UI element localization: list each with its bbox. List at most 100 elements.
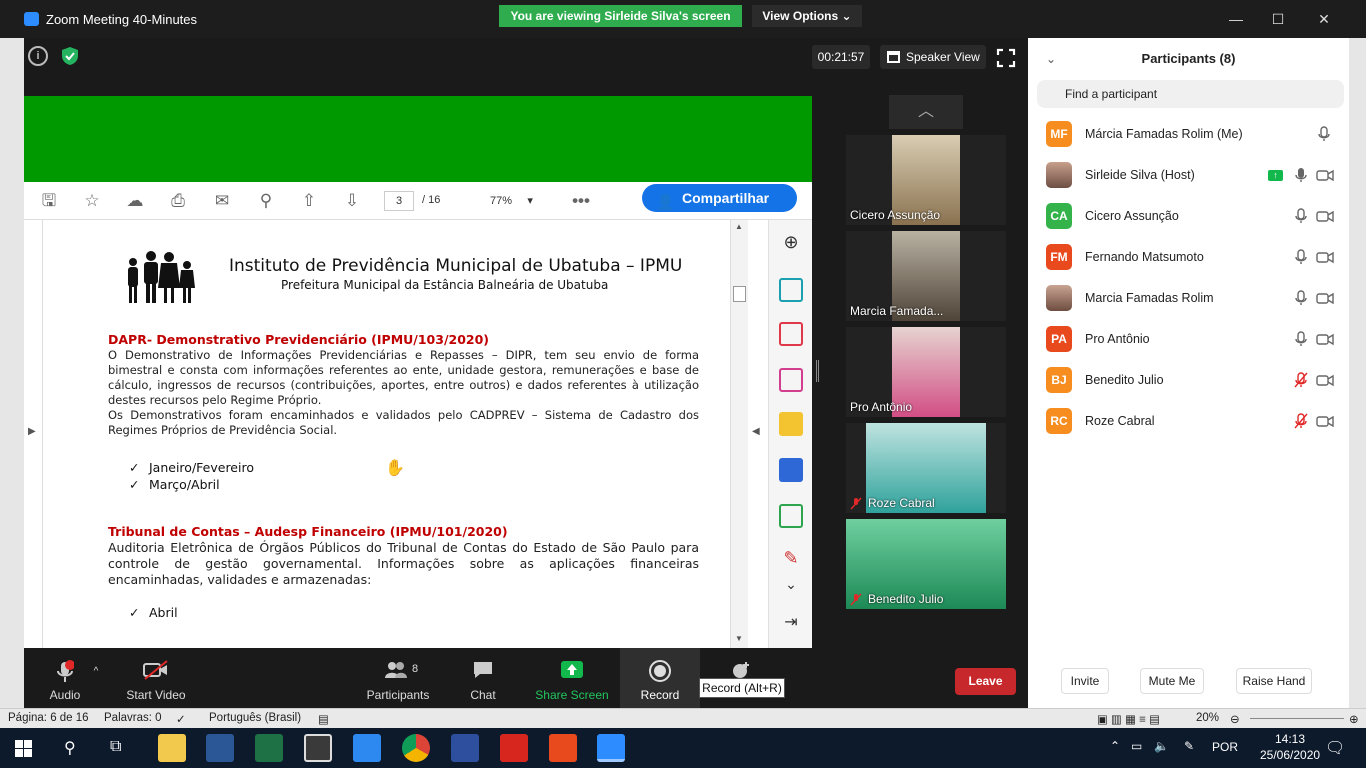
calculator-icon[interactable]: [304, 734, 332, 762]
video-camera-icon[interactable]: [1316, 167, 1334, 183]
page-down-icon[interactable]: ⇩: [341, 190, 363, 212]
speaker-view-button[interactable]: Speaker View: [880, 45, 986, 69]
participant-row[interactable]: MF Márcia Famadas Rolim (Me): [1028, 114, 1349, 155]
chevron-up-icon[interactable]: ^: [86, 666, 106, 686]
windows-start-icon[interactable]: [15, 740, 32, 757]
participants-button[interactable]: 8 Participants: [364, 648, 432, 708]
chrome-icon[interactable]: [402, 734, 430, 762]
record-button[interactable]: Record: [620, 648, 700, 708]
page-up-icon[interactable]: ⇧: [298, 190, 320, 212]
app-icon[interactable]: [451, 734, 479, 762]
chevron-up-icon[interactable]: ⌃: [1110, 739, 1120, 753]
fill-sign-icon[interactable]: ✎: [779, 548, 803, 572]
invite-button[interactable]: Invite: [1061, 668, 1109, 694]
scroll-down-icon[interactable]: ▼: [735, 634, 743, 643]
tiles-scroll-up-button[interactable]: ︿: [889, 95, 963, 129]
video-tile[interactable]: Cicero Assunção: [846, 135, 1006, 225]
macro-icon[interactable]: ▤: [318, 712, 329, 726]
maximize-button[interactable]: ☐: [1258, 6, 1298, 32]
raise-hand-button[interactable]: Raise Hand: [1236, 668, 1312, 694]
cpanel-icon[interactable]: [549, 734, 577, 762]
scrollbar-thumb[interactable]: [733, 286, 746, 302]
minimize-button[interactable]: —: [1216, 6, 1256, 32]
mute-me-button[interactable]: Mute Me: [1140, 668, 1204, 694]
volume-icon[interactable]: 🔈: [1154, 739, 1169, 753]
video-camera-icon[interactable]: [1316, 249, 1334, 265]
print-icon[interactable]: ⎙: [167, 190, 189, 212]
language-indicator[interactable]: Português (Brasil): [209, 712, 301, 724]
shared-screen[interactable]: 🖫 ☆ ☁ ⎙ ✉ ⚲ ⇧ ⇩ 3 / 16 77% ▾ ••• 👤 Compa…: [24, 96, 812, 648]
save-icon[interactable]: 🖫: [38, 190, 60, 212]
zoom-select[interactable]: 77% ▾: [490, 194, 533, 207]
zoom-in-icon[interactable]: ⊕: [1349, 712, 1359, 726]
video-tile[interactable]: Roze Cabral: [846, 423, 1006, 513]
find-participant-input[interactable]: Find a participant: [1037, 80, 1344, 108]
leave-meeting-button[interactable]: Leave: [955, 668, 1016, 695]
word-count[interactable]: Palavras: 0: [104, 712, 162, 724]
start-video-button[interactable]: Start Video: [120, 648, 192, 708]
export-pdf-icon[interactable]: [779, 278, 803, 302]
video-camera-icon[interactable]: [1316, 331, 1334, 347]
file-explorer-icon[interactable]: [158, 734, 186, 762]
share-screen-button[interactable]: Share Screen: [532, 648, 612, 708]
share-document-button[interactable]: 👤 Compartilhar: [642, 184, 797, 212]
word-icon[interactable]: [206, 734, 234, 762]
participant-row[interactable]: Sirleide Silva (Host) ↑: [1028, 155, 1349, 196]
participant-row[interactable]: PA Pro Antônio: [1028, 319, 1349, 360]
video-tile[interactable]: Marcia Famada...: [846, 231, 1006, 321]
chevron-down-icon[interactable]: ⌄: [779, 576, 803, 600]
video-camera-icon[interactable]: [1316, 372, 1334, 388]
spellcheck-icon[interactable]: ✓: [176, 712, 186, 726]
participant-row[interactable]: RC Roze Cabral: [1028, 401, 1349, 442]
zoom-out-icon[interactable]: ⚲: [255, 190, 277, 212]
page-number-input[interactable]: 3: [384, 191, 414, 211]
notifications-icon[interactable]: 🗨: [1325, 738, 1345, 758]
calendar-icon[interactable]: [353, 734, 381, 762]
microphone-icon[interactable]: [1317, 126, 1331, 142]
microphone-icon[interactable]: [1294, 290, 1308, 306]
splitter-handle[interactable]: [816, 360, 819, 382]
video-camera-icon[interactable]: [1316, 208, 1334, 224]
chat-button[interactable]: Chat: [454, 648, 512, 708]
upload-cloud-icon[interactable]: ☁: [124, 190, 146, 212]
close-window-button[interactable]: ✕: [1304, 6, 1344, 32]
comment-icon[interactable]: [779, 412, 803, 436]
more-options-icon[interactable]: •••: [570, 190, 592, 212]
microphone-icon[interactable]: [1294, 249, 1308, 265]
zoom-slider[interactable]: [1250, 718, 1344, 719]
zoom-taskbar-icon[interactable]: [597, 734, 625, 762]
network-icon[interactable]: ▭: [1131, 739, 1142, 753]
combine-files-icon[interactable]: [779, 458, 803, 482]
participant-row[interactable]: Marcia Famadas Rolim: [1028, 278, 1349, 319]
microphone-icon[interactable]: [1294, 208, 1308, 224]
task-view-icon[interactable]: ⧉: [110, 738, 121, 756]
organize-pages-icon[interactable]: [779, 504, 803, 528]
create-pdf-icon[interactable]: [779, 322, 803, 346]
star-icon[interactable]: ☆: [81, 190, 103, 212]
muted-mic-icon[interactable]: [1294, 413, 1308, 429]
muted-mic-icon[interactable]: [1294, 372, 1308, 388]
zoom-out-icon[interactable]: ⊖: [1230, 712, 1240, 726]
edit-pdf-icon[interactable]: [779, 368, 803, 392]
video-camera-icon[interactable]: [1316, 290, 1334, 306]
collapse-pane-icon[interactable]: ⇥: [779, 612, 803, 636]
excel-icon[interactable]: [255, 734, 283, 762]
clock-time[interactable]: 14:13: [1275, 732, 1305, 746]
acrobat-icon[interactable]: [500, 734, 528, 762]
microphone-icon[interactable]: [1294, 167, 1308, 183]
zoom-in-icon[interactable]: ⊕: [779, 232, 803, 256]
participant-row[interactable]: CA Cicero Assunção: [1028, 196, 1349, 237]
video-tile[interactable]: Benedito Julio: [846, 519, 1006, 609]
view-options-button[interactable]: View Options ⌄: [752, 5, 862, 27]
zoom-level[interactable]: 20%: [1196, 712, 1219, 724]
meeting-info-icon[interactable]: i: [28, 46, 48, 66]
view-layout-icons[interactable]: ▣ ▥ ▦ ≡ ▤: [1097, 712, 1160, 726]
video-tile[interactable]: Pro Antônio: [846, 327, 1006, 417]
video-camera-icon[interactable]: [1316, 413, 1334, 429]
clock-date[interactable]: 25/06/2020: [1260, 748, 1320, 762]
scroll-up-icon[interactable]: ▲: [735, 222, 743, 231]
pen-icon[interactable]: ✎: [1184, 739, 1194, 753]
microphone-icon[interactable]: [1294, 331, 1308, 347]
fullscreen-icon[interactable]: [996, 48, 1016, 68]
encryption-shield-icon[interactable]: [60, 46, 80, 66]
